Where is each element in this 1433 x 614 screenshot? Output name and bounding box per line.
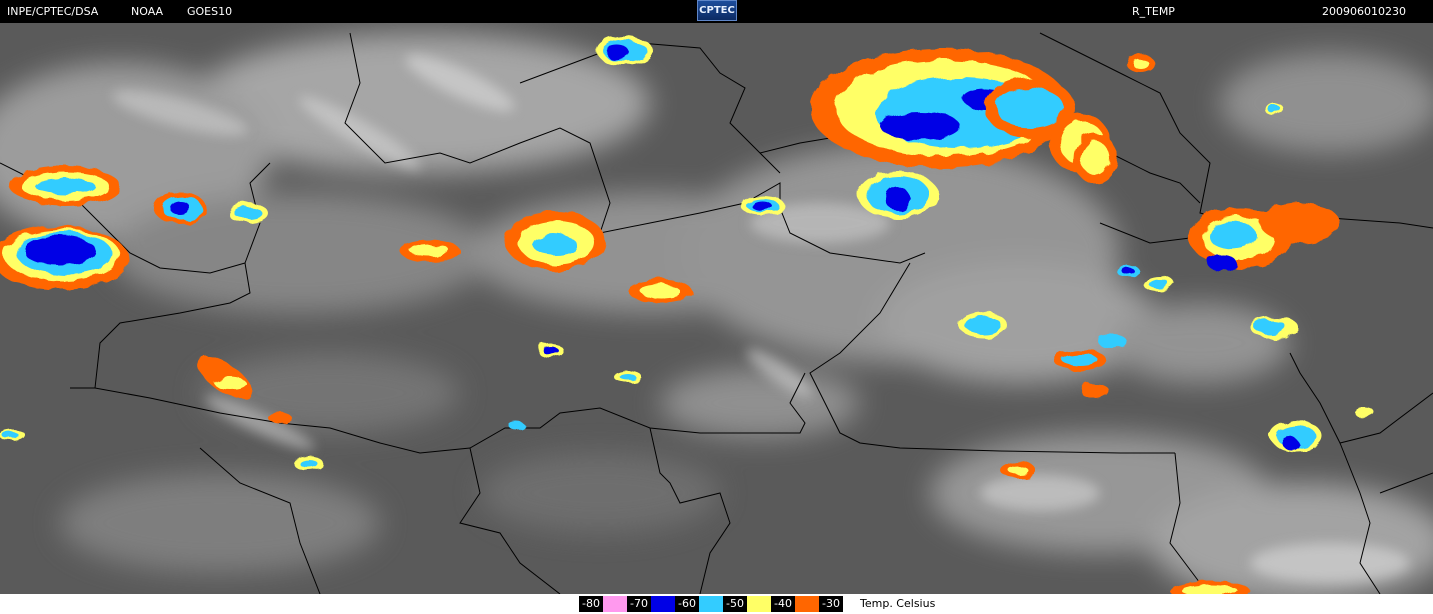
legend-value: -80 — [579, 596, 603, 612]
legend-swatch — [651, 596, 675, 612]
header-bar: INPE/CPTEC/DSA NOAA GOES10 CPTEC R_TEMP … — [0, 0, 1433, 23]
satellite-map — [0, 23, 1433, 594]
legend-item: -70 — [627, 596, 675, 612]
legend-value: -50 — [723, 596, 747, 612]
satellite-label: GOES10 — [187, 5, 233, 18]
legend-item: -50 — [723, 596, 771, 612]
timestamp-label: 200906010230 — [1322, 5, 1406, 18]
legend-item: -80 — [579, 596, 627, 612]
legend-item: -40 — [771, 596, 819, 612]
legend-swatch — [795, 596, 819, 612]
agency-label: NOAA — [131, 5, 164, 18]
product-label: R_TEMP — [1132, 5, 1175, 18]
cptec-logo: CPTEC — [697, 0, 737, 21]
logo-text: CPTEC — [699, 5, 735, 16]
legend-value: -40 — [771, 596, 795, 612]
satellite-image — [0, 23, 1433, 594]
legend-item: -30 — [819, 596, 843, 612]
legend-caption: Temp. Celsius — [860, 597, 936, 610]
legend-value: -30 — [819, 596, 843, 612]
legend-value: -70 — [627, 596, 651, 612]
source-label: INPE/CPTEC/DSA — [7, 5, 99, 18]
legend-item: -60 — [675, 596, 723, 612]
legend-swatch — [747, 596, 771, 612]
legend-value: -60 — [675, 596, 699, 612]
legend-swatch — [699, 596, 723, 612]
temperature-legend: -80 -70 -60 -50 -40 -30 Temp. Celsius — [0, 594, 1433, 614]
legend-scale: -80 -70 -60 -50 -40 -30 — [579, 596, 843, 612]
legend-swatch — [603, 596, 627, 612]
